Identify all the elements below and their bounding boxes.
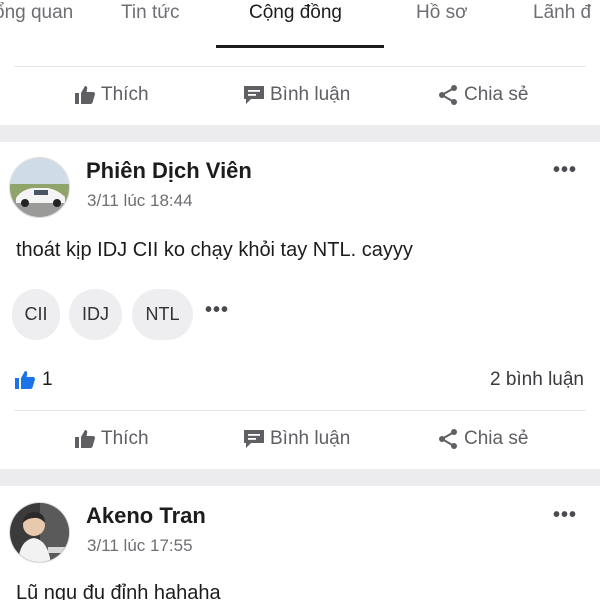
avatar[interactable] — [9, 502, 70, 563]
share-button[interactable]: Chia sẻ — [437, 428, 528, 450]
comment-label: Bình luận — [270, 428, 351, 449]
like-button[interactable]: Thích — [74, 428, 149, 450]
like-label: Thích — [101, 84, 149, 105]
tab-overview[interactable]: ổng quan — [0, 2, 73, 24]
post-timestamp: 3/11 lúc 17:55 — [87, 536, 193, 555]
share-label: Chia sẻ — [464, 428, 529, 449]
more-icon[interactable]: ••• — [553, 159, 577, 182]
post-timestamp: 3/11 lúc 18:44 — [87, 191, 193, 210]
comment-count[interactable]: 2 bình luận — [490, 369, 584, 391]
comment-button[interactable]: Bình luận — [243, 428, 350, 450]
tag-idj[interactable]: IDJ — [69, 289, 122, 340]
thumbs-up-icon — [75, 86, 95, 104]
tab-profile[interactable]: Hồ sơ — [416, 2, 468, 24]
active-tab-indicator — [216, 45, 384, 48]
tab-leaders[interactable]: Lãnh đ — [533, 2, 591, 24]
share-button[interactable]: Chia sẻ — [437, 84, 528, 106]
tag-ntl[interactable]: NTL — [132, 289, 193, 340]
like-label: Thích — [101, 428, 149, 449]
like-count-value: 1 — [42, 369, 53, 390]
post-text: Lũ ngu đu đỉnh hahaha — [16, 582, 221, 600]
share-icon — [439, 85, 457, 105]
divider — [14, 66, 586, 67]
comment-icon — [244, 430, 264, 448]
like-count[interactable]: 1 — [14, 369, 53, 391]
divider — [14, 410, 586, 411]
post-author[interactable]: Phiên Dịch Viên — [86, 158, 252, 184]
thumbs-up-icon — [15, 371, 35, 389]
post-text: thoát kịp IDJ CII ko chạy khỏi tay NTL. … — [16, 239, 413, 261]
share-icon — [439, 429, 457, 449]
tag-cii[interactable]: CII — [12, 289, 60, 340]
tab-community[interactable]: Cộng đồng — [249, 2, 342, 24]
thumbs-up-icon — [75, 430, 95, 448]
more-icon[interactable]: ••• — [553, 504, 577, 527]
like-button[interactable]: Thích — [74, 84, 149, 106]
comment-label: Bình luận — [270, 84, 351, 105]
comment-button[interactable]: Bình luận — [243, 84, 350, 106]
post-separator — [0, 469, 600, 486]
more-tags-icon[interactable]: ••• — [205, 299, 229, 322]
tab-news[interactable]: Tin tức — [121, 2, 179, 24]
post-separator — [0, 125, 600, 142]
share-label: Chia sẻ — [464, 84, 529, 105]
avatar[interactable] — [9, 157, 70, 218]
tab-bar: ổng quan Tin tức Cộng đồng Hồ sơ Lãnh đ — [0, 0, 600, 48]
comment-icon — [244, 86, 264, 104]
post-author[interactable]: Akeno Tran — [86, 503, 206, 529]
